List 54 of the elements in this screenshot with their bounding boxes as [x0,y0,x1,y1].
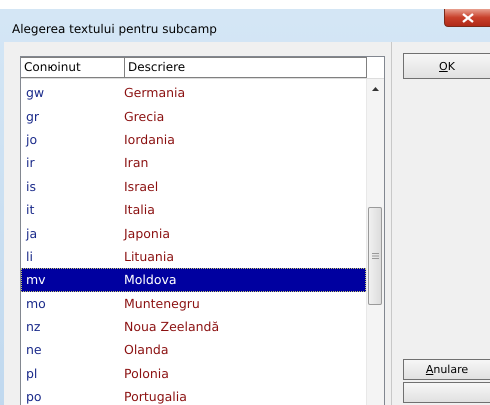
scrollbar[interactable] [366,79,384,405]
description-cell: Iordania [124,132,175,147]
close-button[interactable] [444,9,490,27]
scrollbar-thumb[interactable] [368,207,382,305]
column-header[interactable]: Conюinut [21,57,125,78]
column-header[interactable]: Descriere [125,57,367,78]
code-cell-text: mv [25,272,47,288]
code-cell-text: ne [25,342,43,358]
dialog-button[interactable] [403,382,490,403]
description-cell: Japonia [124,226,170,241]
dialog-button[interactable]: Anulare [403,359,490,380]
description-cell: Olanda [124,342,168,358]
grip-icon [372,253,378,259]
list-row[interactable]: mv Moldova [21,268,366,292]
list-row[interactable]: li Lituania [21,244,366,268]
code-cell-text: po [25,389,43,404]
description-cell: Moldova [124,272,177,288]
list-row[interactable]: gr Grecia [21,104,366,128]
list-row[interactable]: ja Japonia [21,221,366,245]
list-row[interactable]: pl Polonia [21,362,366,386]
description-cell: Grecia [124,108,164,124]
list-row[interactable]: is Israel [21,174,366,198]
list-row[interactable]: po Portugalia [21,385,366,405]
list-row[interactable]: nz Noua Zeelandă [21,314,366,338]
list-row[interactable]: mo Muntenegru [21,292,366,315]
list-row[interactable]: gw Germania [21,81,366,104]
list-row[interactable]: it Italia [21,198,366,222]
list-row[interactable]: ne Olanda [21,338,366,362]
description-cell: Germania [124,85,186,100]
ok-button[interactable]: OK [403,53,490,79]
description-cell: Lituania [124,248,174,264]
close-icon [462,12,474,22]
description-cell: Polonia [124,366,169,381]
code-cell-text: gr [25,108,40,124]
code-cell-text: ir [25,155,36,170]
code-cell-text: is [25,178,37,194]
description-cell: Iran [124,155,148,170]
code-cell-text: li [25,248,34,264]
code-cell-text: gw [25,85,46,100]
code-cell-text: it [25,202,36,218]
description-cell: Italia [124,202,155,218]
code-cell-text: ja [24,226,38,241]
description-cell: Portugalia [124,389,187,404]
code-cell-text: mo [25,296,47,311]
list-row[interactable]: ir Iran [21,151,366,175]
description-cell: Muntenegru [124,296,200,311]
description-cell: Israel [124,178,158,194]
window-title: Alegerea textului pentru subcamp [11,21,217,36]
scroll-up-icon[interactable] [372,87,379,91]
description-cell: Noua Zeelandă [124,319,220,334]
code-cell-text: jo [24,132,38,147]
list-row[interactable]: jo Iordania [21,128,366,152]
code-cell-text: pl [25,366,38,381]
code-cell-text: nz [25,319,42,334]
